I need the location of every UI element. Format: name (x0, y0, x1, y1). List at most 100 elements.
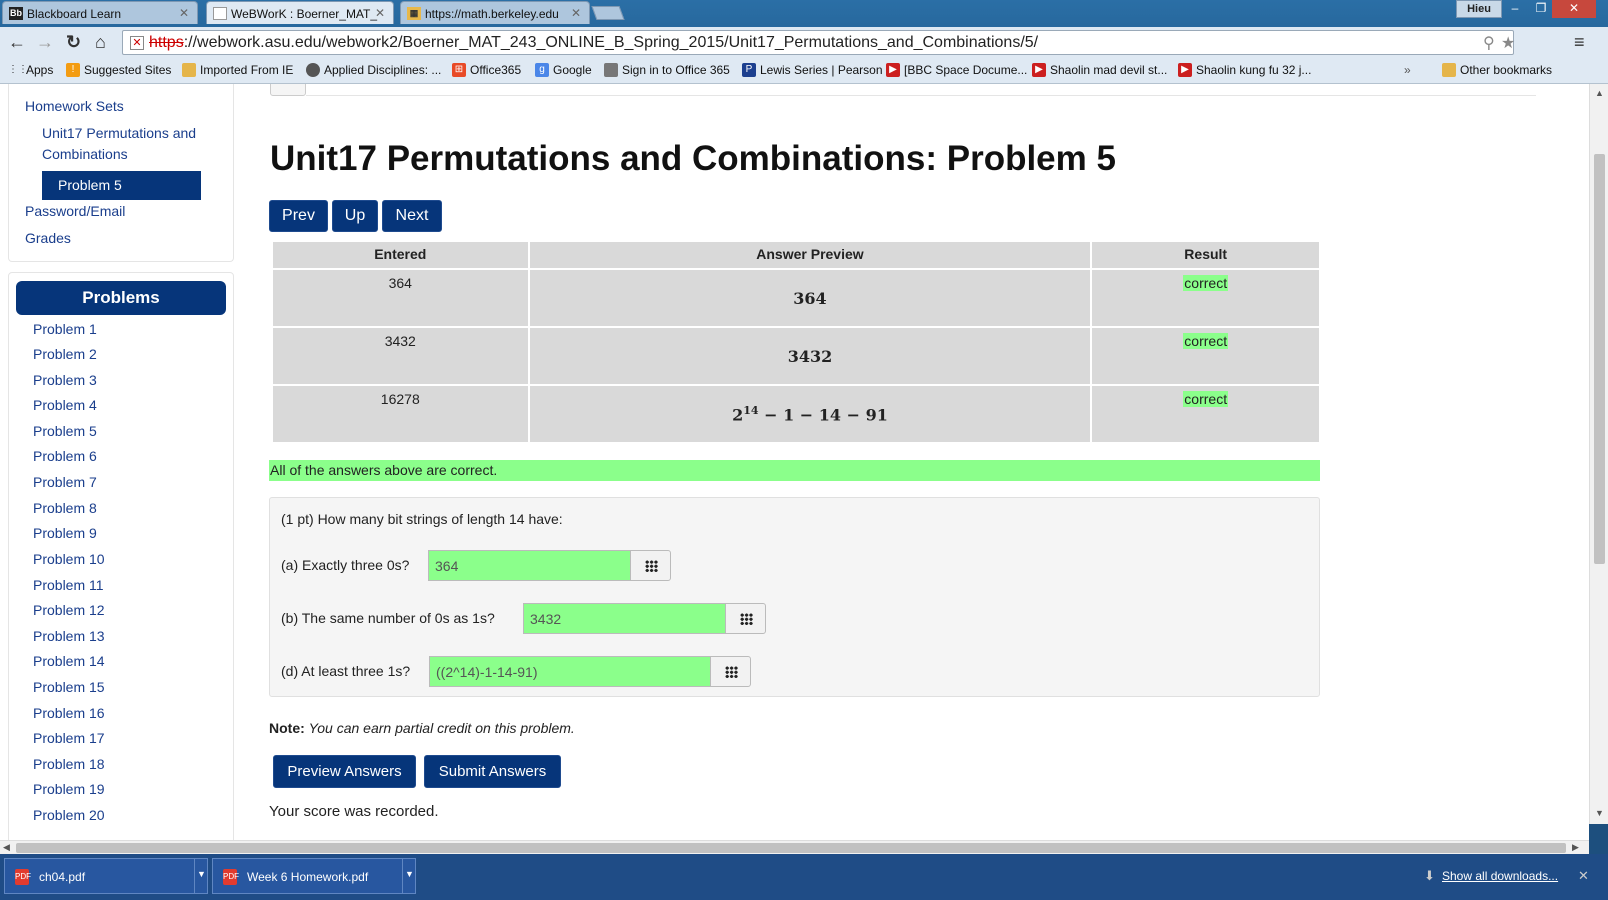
search-icon[interactable]: ⚲ (1483, 33, 1495, 53)
sidebar-item-set-line1[interactable]: Unit17 Permutations and (42, 125, 196, 141)
bookmark-apps[interactable]: ⋮⋮ Apps (8, 63, 53, 77)
bookmark-office365[interactable]: ⊞ Office365 (452, 63, 521, 77)
up-button[interactable]: Up (332, 200, 378, 232)
reload-icon[interactable]: ↻ (66, 32, 81, 53)
entered-header: Entered (271, 240, 530, 270)
problem-link[interactable]: Problem 2 (33, 346, 97, 362)
scroll-down-icon[interactable]: ▼ (1595, 808, 1604, 818)
preview-cell: 364 (527, 268, 1093, 328)
bookmark-label: Office365 (470, 63, 522, 77)
sidebar-item-homework-sets[interactable]: Homework Sets (25, 98, 124, 114)
problem-link[interactable]: Problem 18 (33, 756, 105, 772)
new-tab-button[interactable] (591, 6, 625, 20)
problem-link[interactable]: Problem 19 (33, 781, 105, 797)
menu-icon[interactable]: ≡ (1574, 32, 1585, 53)
problem-link[interactable]: Problem 5 (33, 423, 97, 439)
pearson-icon: P (742, 63, 756, 77)
problem-link[interactable]: Problem 14 (33, 653, 105, 669)
restore-icon[interactable]: ❐ (1528, 0, 1554, 18)
tab-webwork[interactable]: WeBWorK : Boerner_MAT_ ✕ (206, 1, 394, 24)
window-close-icon[interactable]: ✕ (1552, 0, 1596, 18)
download-filename: Week 6 Homework.pdf (247, 870, 369, 884)
submit-answers-button[interactable]: Submit Answers (424, 755, 561, 788)
sidebar-item-password-email[interactable]: Password/Email (25, 203, 125, 219)
other-bookmarks[interactable]: Other bookmarks (1442, 63, 1552, 77)
problem-intro: (1 pt) How many bit strings of length 14… (281, 511, 563, 527)
note-text: You can earn partial credit on this prob… (308, 720, 575, 736)
problem-link[interactable]: Problem 1 (33, 321, 97, 337)
problem-link[interactable]: Problem 9 (33, 525, 97, 541)
tab-blackboard[interactable]: Bb Blackboard Learn ✕ (2, 1, 198, 24)
table-row: 3432 3432 correct (271, 326, 1321, 386)
bookmark-lewis-series[interactable]: P Lewis Series | Pearson (742, 63, 883, 77)
office-icon: ⊞ (452, 63, 466, 77)
bookmark-label: [BBC Space Docume... (904, 63, 1028, 77)
bookmark-shaolin-kungfu[interactable]: ▶ Shaolin kung fu 32 j... (1178, 63, 1311, 77)
star-icon[interactable]: ★ (1501, 33, 1515, 53)
back-icon[interactable]: ← (8, 32, 26, 53)
sidebar-item-set-line2[interactable]: Combinations (42, 146, 128, 162)
chevron-down-icon[interactable]: ▼ (194, 859, 208, 893)
preview-base: 2 (732, 405, 744, 425)
equation-editor-button[interactable] (630, 550, 671, 581)
problem-link[interactable]: Problem 4 (33, 397, 97, 413)
horizontal-scrollbar[interactable]: ◀ ▶ (0, 840, 1589, 854)
answer-input-b[interactable]: 3432 (523, 603, 725, 634)
preview-exponent: 14 (743, 403, 759, 417)
sidebar-item-grades[interactable]: Grades (25, 230, 71, 246)
chevron-down-icon[interactable]: ▼ (402, 859, 416, 893)
problem-link[interactable]: Problem 12 (33, 602, 105, 618)
home-icon[interactable]: ⌂ (95, 32, 106, 53)
grid-icon (645, 560, 658, 572)
problem-link[interactable]: Problem 8 (33, 500, 97, 516)
bookmark-applied-disciplines[interactable]: Applied Disciplines: ... (306, 63, 441, 77)
close-icon[interactable]: ✕ (375, 6, 385, 20)
prev-button[interactable]: Prev (269, 200, 328, 232)
bookmark-shaolin-devil[interactable]: ▶ Shaolin mad devil st... (1032, 63, 1167, 77)
answer-input-d[interactable]: ((2^14)-1-14-91) (429, 656, 710, 687)
download-item[interactable]: PDF ch04.pdf ▼ (4, 858, 208, 894)
problem-link[interactable]: Problem 16 (33, 705, 105, 721)
equation-editor-button[interactable] (710, 656, 751, 687)
scroll-left-icon[interactable]: ◀ (3, 842, 10, 853)
equation-editor-button[interactable] (725, 603, 766, 634)
vertical-scrollbar[interactable]: ▲ ▼ (1589, 84, 1608, 824)
sidebar-item-active-problem[interactable]: Problem 5 (42, 171, 201, 200)
bookmark-suggested-sites[interactable]: ! Suggested Sites (66, 63, 171, 77)
bookmark-imported-from-ie[interactable]: Imported From IE (182, 63, 293, 77)
scrollbar-thumb[interactable] (16, 843, 1566, 853)
problem-link[interactable]: Problem 10 (33, 551, 105, 567)
close-icon[interactable]: ✕ (179, 6, 189, 20)
problem-link[interactable]: Problem 6 (33, 448, 97, 464)
bookmarks-overflow-button[interactable]: » (1404, 63, 1411, 77)
problem-link[interactable]: Problem 20 (33, 807, 105, 823)
problem-link[interactable]: Problem 7 (33, 474, 97, 490)
table-row: 364 364 correct (271, 268, 1321, 328)
answer-input-a[interactable]: 364 (428, 550, 630, 581)
minimize-icon[interactable]: – (1502, 0, 1528, 18)
scroll-right-icon[interactable]: ▶ (1572, 842, 1579, 853)
forward-icon[interactable]: → (36, 32, 54, 53)
problem-link[interactable]: Problem 11 (33, 577, 104, 593)
next-button[interactable]: Next (382, 200, 442, 232)
problem-link[interactable]: Problem 17 (33, 730, 105, 746)
tab-berkeley[interactable]: ▦ https://math.berkeley.edu ✕ (400, 1, 590, 24)
bookmark-google[interactable]: g Google (535, 63, 592, 77)
browser-chrome: Bb Blackboard Learn ✕ WeBWorK : Boerner_… (0, 0, 1608, 84)
preview-answers-button[interactable]: Preview Answers (273, 755, 416, 788)
address-bar[interactable]: ✕ https://webwork.asu.edu/webwork2/Boern… (122, 30, 1515, 55)
show-all-downloads-link[interactable]: ⬇ Show all downloads... (1424, 868, 1558, 883)
bookmark-bbc-space[interactable]: ▶ [BBC Space Docume... (886, 63, 1027, 77)
problem-link[interactable]: Problem 3 (33, 372, 97, 388)
folder-icon (182, 63, 196, 77)
close-icon[interactable]: ✕ (1578, 868, 1589, 884)
scrollbar-thumb[interactable] (1594, 154, 1605, 564)
problem-link[interactable]: Problem 15 (33, 679, 105, 695)
download-item[interactable]: PDF Week 6 Homework.pdf ▼ (212, 858, 416, 894)
top-widget[interactable] (270, 84, 306, 96)
profile-button[interactable]: Hieu (1456, 0, 1502, 18)
problem-link[interactable]: Problem 13 (33, 628, 105, 644)
scroll-up-icon[interactable]: ▲ (1595, 88, 1604, 98)
bookmark-office365-signin[interactable]: Sign in to Office 365 (604, 63, 730, 77)
close-icon[interactable]: ✕ (571, 6, 581, 20)
